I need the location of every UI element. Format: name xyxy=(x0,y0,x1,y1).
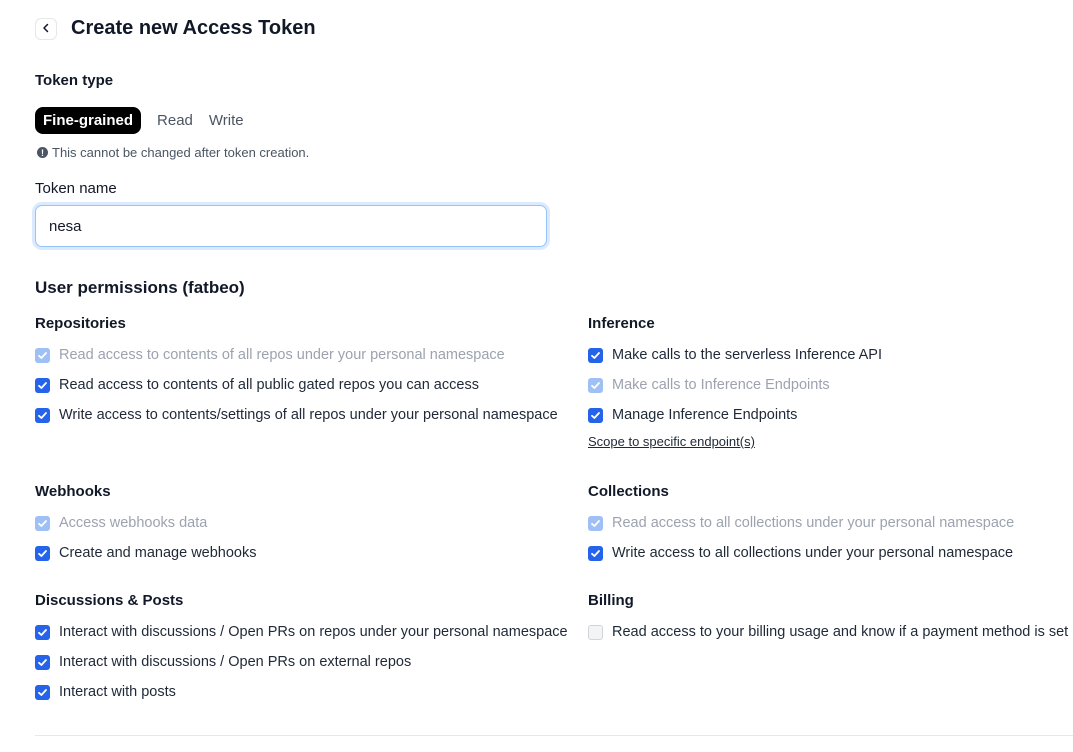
checkbox-checked[interactable] xyxy=(35,407,50,423)
checkbox-checked[interactable] xyxy=(588,347,603,363)
checkbox-checked[interactable] xyxy=(35,684,50,700)
permission-label: Read access to contents of all repos und… xyxy=(59,347,505,363)
permission-label: Interact with posts xyxy=(59,684,176,700)
webhooks-heading: Webhooks xyxy=(35,483,111,500)
billing-section: Billing Read access to your billing usage… xyxy=(588,592,1068,654)
token-type-note-text: This cannot be changed after token creat… xyxy=(52,145,310,160)
scope-endpoints-link[interactable]: Scope to specific endpoint(s) xyxy=(588,434,882,449)
user-permissions-title: User permissions (fatbeo) xyxy=(35,278,245,297)
checkbox-checked[interactable] xyxy=(35,624,50,640)
token-name-input[interactable] xyxy=(35,205,547,247)
checkbox-checked[interactable] xyxy=(588,407,603,423)
discussions-heading: Discussions & Posts xyxy=(35,592,184,609)
permission-label: Access webhooks data xyxy=(59,515,208,531)
inference-permission-item[interactable]: Make calls to the serverless Inference A… xyxy=(588,347,882,363)
collections-permission-item: Read access to all collections under you… xyxy=(588,515,1014,531)
divider xyxy=(35,735,1073,736)
inference-permission-item[interactable]: Manage Inference Endpoints xyxy=(588,407,882,423)
chevron-left-icon xyxy=(41,20,51,38)
token-type-note: ! This cannot be changed after token cre… xyxy=(37,145,309,160)
checkbox-checked[interactable] xyxy=(35,377,50,393)
permission-label: Create and manage webhooks xyxy=(59,545,257,561)
inference-section: Inference Make calls to the serverless In… xyxy=(588,315,882,449)
checkbox-checked xyxy=(35,515,50,531)
checkbox-checked[interactable] xyxy=(588,545,603,561)
discussions-permission-item[interactable]: Interact with posts xyxy=(35,684,568,700)
checkbox-checked[interactable] xyxy=(35,654,50,670)
permission-label: Interact with discussions / Open PRs on … xyxy=(59,654,412,670)
checkbox-checked xyxy=(588,515,603,531)
billing-heading: Billing xyxy=(588,592,634,609)
permission-label: Write access to contents/settings of all… xyxy=(59,407,558,423)
webhooks-section: Webhooks Access webhooks data Create and m… xyxy=(35,483,257,575)
permission-label: Make calls to Inference Endpoints xyxy=(612,377,830,393)
collections-section: Collections Read access to all collection… xyxy=(588,483,1014,575)
token-type-tabs: Fine-grained Read Write xyxy=(35,107,252,134)
discussions-permission-item[interactable]: Interact with discussions / Open PRs on … xyxy=(35,654,568,670)
inference-heading: Inference xyxy=(588,315,655,332)
permission-label: Read access to your billing usage and kn… xyxy=(612,624,1069,640)
collections-permission-item[interactable]: Write access to all collections under yo… xyxy=(588,545,1014,561)
checkbox-checked xyxy=(588,377,603,393)
discussions-permission-item[interactable]: Interact with discussions / Open PRs on … xyxy=(35,624,568,640)
permission-label: Make calls to the serverless Inference A… xyxy=(612,347,882,363)
checkbox-unchecked[interactable] xyxy=(588,624,603,640)
permission-label: Interact with discussions / Open PRs on … xyxy=(59,624,568,640)
permission-label: Write access to all collections under yo… xyxy=(612,545,1014,561)
permission-label: Read access to contents of all public ga… xyxy=(59,377,479,393)
permission-label: Read access to all collections under you… xyxy=(612,515,1015,531)
repositories-permission-item: Read access to contents of all repos und… xyxy=(35,347,558,363)
repositories-permission-item[interactable]: Read access to contents of all public ga… xyxy=(35,377,558,393)
repositories-heading: Repositories xyxy=(35,315,126,332)
token-name-label: Token name xyxy=(35,180,117,197)
back-button[interactable] xyxy=(35,18,57,40)
info-icon: ! xyxy=(37,147,48,158)
inference-permission-item: Make calls to Inference Endpoints xyxy=(588,377,882,393)
collections-heading: Collections xyxy=(588,483,669,500)
tab-fine-grained[interactable]: Fine-grained xyxy=(35,107,142,134)
webhooks-permission-item: Access webhooks data xyxy=(35,515,257,531)
page-title: Create new Access Token xyxy=(71,17,316,39)
permission-label: Manage Inference Endpoints xyxy=(612,407,798,423)
checkbox-checked[interactable] xyxy=(35,545,50,561)
checkbox-checked xyxy=(35,347,50,363)
repositories-section: Repositories Read access to contents of a… xyxy=(35,315,558,437)
billing-permission-item[interactable]: Read access to your billing usage and kn… xyxy=(588,624,1068,640)
discussions-section: Discussions & Posts Interact with discuss… xyxy=(35,592,568,714)
webhooks-permission-item[interactable]: Create and manage webhooks xyxy=(35,545,257,561)
repositories-permission-item[interactable]: Write access to contents/settings of all… xyxy=(35,407,558,423)
token-type-label: Token type xyxy=(35,72,114,89)
tab-write[interactable]: Write xyxy=(201,107,252,134)
tab-read[interactable]: Read xyxy=(149,107,201,134)
